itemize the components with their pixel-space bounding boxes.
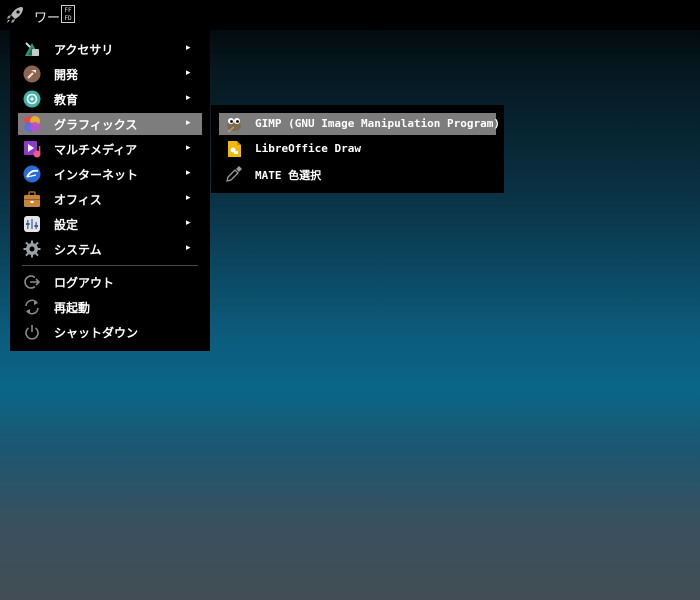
submenu-arrow-icon: ▸ xyxy=(186,193,191,203)
menu-item-settings[interactable]: 設定 ▸ xyxy=(18,213,202,235)
submenu-arrow-icon: ▸ xyxy=(186,218,191,228)
menu-item-label: ログアウト xyxy=(54,276,115,290)
menu-item-reboot[interactable]: 再起動 xyxy=(18,296,202,318)
menu-item-label: 教育 xyxy=(54,93,79,107)
shutdown-icon xyxy=(25,325,39,340)
workspace-label[interactable]: ワー xyxy=(34,7,60,26)
menu-item-system[interactable]: システム ▸ xyxy=(18,238,202,260)
menu-item-label: シャットダウン xyxy=(54,326,139,340)
menu-item-education[interactable]: 教育 ▸ xyxy=(18,88,202,110)
rocket-icon[interactable] xyxy=(5,5,25,25)
accessories-icon xyxy=(25,42,39,56)
menu-item-development[interactable]: 開発 ▸ xyxy=(18,63,202,85)
submenu-item-label: MATE 色選択 xyxy=(255,169,322,182)
submenu-arrow-icon: ▸ xyxy=(186,243,191,253)
logout-icon xyxy=(24,275,41,289)
menu-item-office[interactable]: オフィス ▸ xyxy=(18,188,202,210)
internet-icon xyxy=(23,165,41,183)
menu-item-label: グラフィックス xyxy=(54,118,138,132)
menu-item-label: インターネット xyxy=(54,168,139,182)
menu-item-multimedia[interactable]: マルチメディア ▸ xyxy=(18,138,202,160)
color-picker-icon xyxy=(226,166,242,182)
submenu-arrow-icon: ▸ xyxy=(186,93,191,103)
office-icon xyxy=(24,191,40,207)
menu-item-logout[interactable]: ログアウト xyxy=(18,271,202,293)
menu-item-label: 再起動 xyxy=(54,301,91,315)
submenu-item-label: GIMP (GNU Image Manipulation Program) xyxy=(255,117,501,130)
libreoffice-draw-icon xyxy=(228,141,241,157)
submenu-item-gimp[interactable]: GIMP (GNU Image Manipulation Program) xyxy=(219,113,500,135)
graphics-submenu: GIMP (GNU Image Manipulation Program) Li… xyxy=(211,105,504,193)
menu-item-graphics[interactable]: グラフィックス ▸ xyxy=(18,113,202,135)
top-panel: ワー FF FD xyxy=(0,0,700,30)
submenu-item-label: LibreOffice Draw xyxy=(255,142,361,155)
submenu-arrow-icon: ▸ xyxy=(186,43,191,53)
workspace-box-line-2: FD xyxy=(64,15,72,22)
menu-item-label: マルチメディア xyxy=(54,143,138,157)
education-icon xyxy=(23,90,41,108)
menu-item-label: アクセサリ xyxy=(54,43,114,57)
system-icon xyxy=(23,240,41,258)
workspace-box-line-1: FF xyxy=(64,7,72,14)
menu-item-internet[interactable]: インターネット ▸ xyxy=(18,163,202,185)
settings-icon xyxy=(24,216,40,232)
gimp-icon xyxy=(227,118,241,133)
submenu-arrow-icon: ▸ xyxy=(186,143,191,153)
menu-item-label: システム xyxy=(54,243,102,257)
menu-item-label: 開発 xyxy=(54,68,79,82)
menu-item-shutdown[interactable]: シャットダウン xyxy=(18,321,202,343)
application-menu: アクセサリ ▸ 開発 ▸ 教育 ▸ グラフィックス ▸ マルチメディア ▸ イン… xyxy=(10,30,210,351)
graphics-icon xyxy=(24,116,40,132)
menu-separator xyxy=(22,265,198,266)
multimedia-icon xyxy=(24,141,41,158)
submenu-item-libreoffice-draw[interactable]: LibreOffice Draw xyxy=(219,138,496,160)
menu-item-label: オフィス xyxy=(54,193,102,207)
menu-item-accessories[interactable]: アクセサリ ▸ xyxy=(18,38,202,60)
menu-item-label: 設定 xyxy=(54,218,79,232)
submenu-arrow-icon: ▸ xyxy=(186,68,191,78)
submenu-arrow-icon: ▸ xyxy=(186,168,191,178)
development-icon xyxy=(23,65,41,83)
submenu-arrow-icon: ▸ xyxy=(186,118,191,128)
submenu-item-mate-color-picker[interactable]: MATE 色選択 xyxy=(219,163,496,185)
reboot-icon xyxy=(25,299,39,315)
workspace-indicator[interactable]: FF FD xyxy=(61,5,75,23)
